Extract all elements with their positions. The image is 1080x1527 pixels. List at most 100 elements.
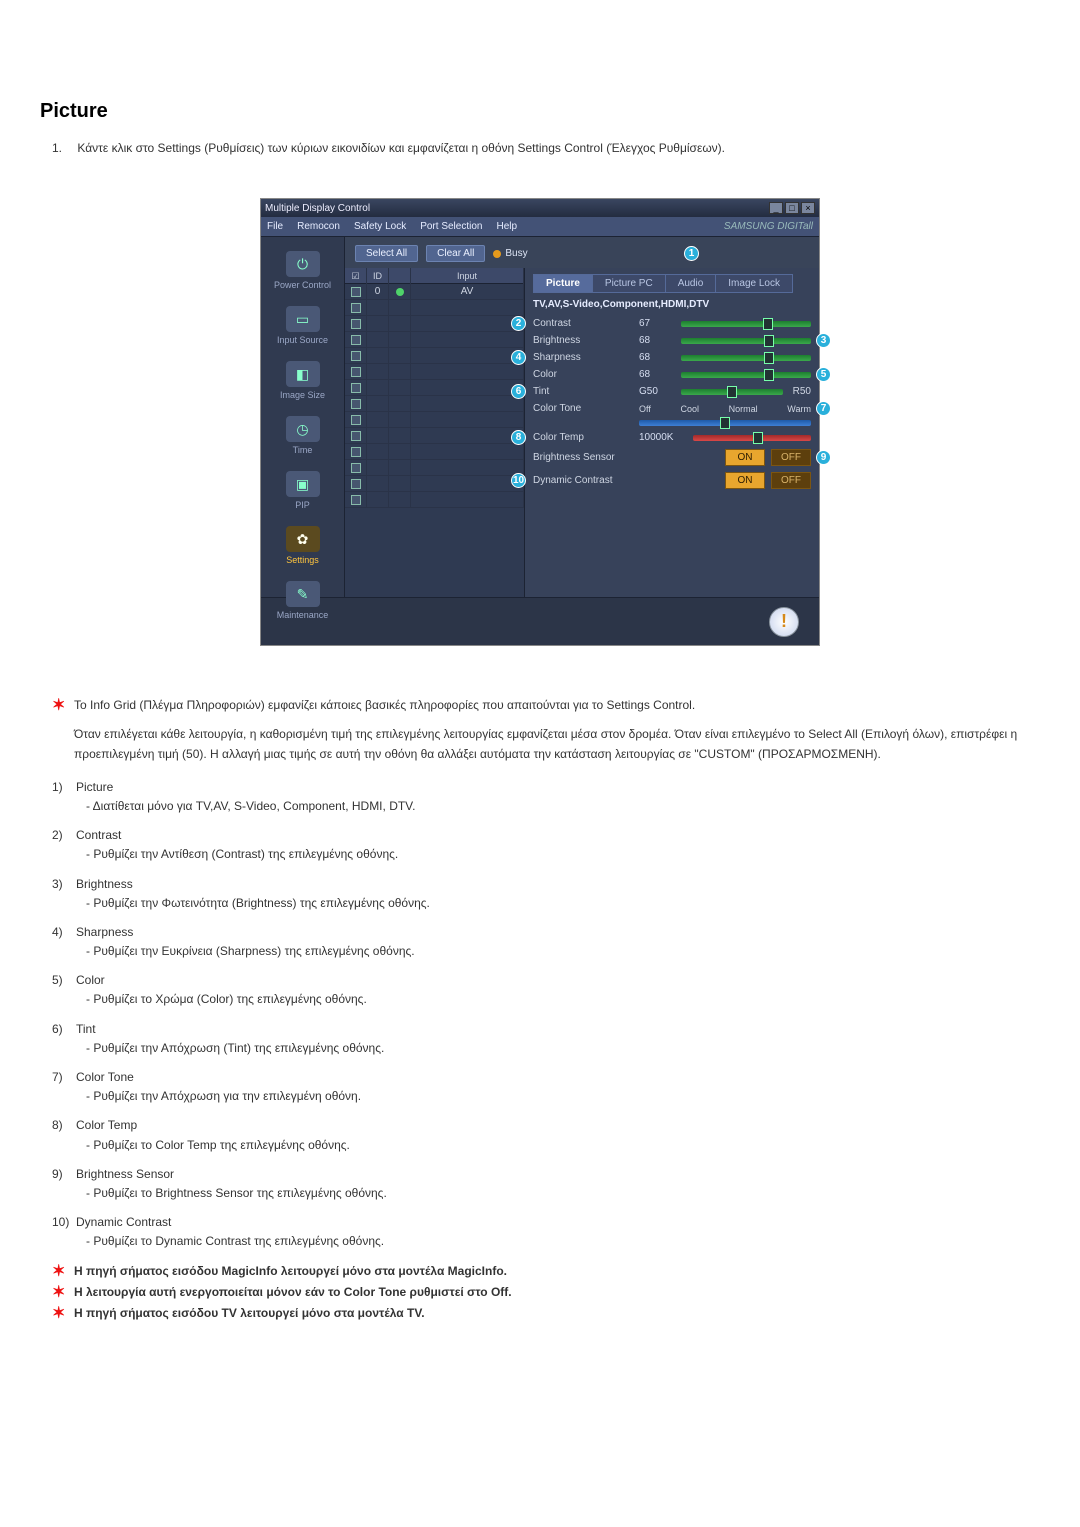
sidebar-item-maintenance[interactable]: ✎ Maintenance bbox=[261, 575, 344, 630]
table-row[interactable] bbox=[345, 332, 524, 348]
sidebar-item-imagesize[interactable]: ◧ Image Size bbox=[261, 355, 344, 410]
checkbox-icon[interactable] bbox=[351, 383, 361, 393]
sidebar-item-time[interactable]: ◷ Time bbox=[261, 410, 344, 465]
table-row[interactable]: 0 AV bbox=[345, 284, 524, 300]
dyncontrast-off-button[interactable]: OFF bbox=[771, 472, 811, 489]
grid-header-input: Input bbox=[411, 268, 524, 284]
colortemp-value: 10000K bbox=[639, 432, 687, 443]
table-row[interactable] bbox=[345, 444, 524, 460]
checkbox-icon[interactable] bbox=[351, 287, 361, 297]
footer: ! bbox=[261, 597, 819, 645]
table-row[interactable] bbox=[345, 396, 524, 412]
sidebar-item-input[interactable]: ▭ Input Source bbox=[261, 300, 344, 355]
table-row[interactable] bbox=[345, 364, 524, 380]
maximize-icon[interactable]: □ bbox=[785, 202, 799, 214]
star-note-2: Η λειτουργία αυτή ενεργοποιείται μόνον ε… bbox=[74, 1283, 1040, 1302]
checkbox-icon[interactable] bbox=[351, 351, 361, 361]
intro-block: 1. Κάντε κλικ στο Settings (Ρυθμίσεις) τ… bbox=[52, 139, 1040, 158]
table-row[interactable] bbox=[345, 428, 524, 444]
item-title: Color Temp bbox=[76, 1118, 137, 1132]
item-index: 10) bbox=[52, 1213, 76, 1232]
grid-header-status bbox=[389, 268, 411, 284]
brightness-slider[interactable] bbox=[681, 338, 811, 344]
checkbox-icon[interactable] bbox=[351, 399, 361, 409]
list-item: 7)Color Tone- Ρυθμίζει την Απόχρωση για … bbox=[52, 1068, 1040, 1106]
menu-item[interactable]: Port Selection bbox=[420, 221, 482, 232]
checkbox-icon[interactable] bbox=[351, 367, 361, 377]
brsensor-off-button[interactable]: OFF bbox=[771, 449, 811, 466]
tint-value-r: R50 bbox=[793, 386, 811, 397]
contrast-row: 2 Contrast 67 bbox=[533, 318, 811, 329]
table-row[interactable] bbox=[345, 316, 524, 332]
item-index: 1) bbox=[52, 778, 76, 797]
checkbox-icon[interactable] bbox=[351, 303, 361, 313]
sharpness-label: Sharpness bbox=[533, 352, 633, 363]
menu-item[interactable]: Remocon bbox=[297, 221, 340, 232]
brightness-label: Brightness bbox=[533, 335, 633, 346]
busy-label: Busy bbox=[505, 248, 527, 259]
colortone-slider[interactable] bbox=[639, 420, 811, 426]
star-note-3: Η πηγή σήματος εισόδου TV λειτουργεί μόν… bbox=[74, 1304, 1040, 1323]
sidebar-item-power[interactable]: ⏻ Power Control bbox=[261, 245, 344, 300]
window-title: Multiple Display Control bbox=[265, 203, 370, 214]
brsensor-label: Brightness Sensor bbox=[533, 452, 633, 463]
checkbox-icon[interactable] bbox=[351, 335, 361, 345]
checkbox-icon[interactable] bbox=[351, 431, 361, 441]
checkbox-icon[interactable] bbox=[351, 479, 361, 489]
callout-5: 5 bbox=[816, 367, 831, 382]
colortemp-slider[interactable] bbox=[693, 435, 811, 441]
clear-all-button[interactable]: Clear All bbox=[426, 245, 485, 262]
tint-slider[interactable] bbox=[681, 389, 783, 395]
brand-label: SAMSUNG DIGITall bbox=[724, 221, 813, 232]
colortemp-row: 8 Color Temp 10000K bbox=[533, 432, 811, 443]
dyncontrast-on-button[interactable]: ON bbox=[725, 472, 765, 489]
tab-image-lock[interactable]: Image Lock bbox=[715, 274, 793, 293]
item-title: Brightness Sensor bbox=[76, 1167, 174, 1181]
item-sub: - Ρυθμίζει την Αντίθεση (Contrast) της ε… bbox=[86, 845, 1040, 864]
tab-audio[interactable]: Audio bbox=[665, 274, 717, 293]
checkbox-icon[interactable] bbox=[351, 463, 361, 473]
table-row[interactable] bbox=[345, 476, 524, 492]
table-row[interactable] bbox=[345, 460, 524, 476]
callout-7: 7 bbox=[816, 401, 831, 416]
sidebar-item-label: Time bbox=[263, 445, 342, 455]
checkbox-icon[interactable] bbox=[351, 495, 361, 505]
status-dot-icon bbox=[396, 288, 404, 296]
color-slider[interactable] bbox=[681, 372, 811, 378]
table-row[interactable] bbox=[345, 300, 524, 316]
minimize-icon[interactable]: _ bbox=[769, 202, 783, 214]
brsensor-on-button[interactable]: ON bbox=[725, 449, 765, 466]
menu-item[interactable]: File bbox=[267, 221, 283, 232]
colortone-row: Color Tone Off Cool Normal Warm 7 bbox=[533, 403, 811, 414]
menu-item[interactable]: Help bbox=[496, 221, 517, 232]
table-row[interactable] bbox=[345, 492, 524, 508]
sidebar-item-settings[interactable]: ✿ Settings bbox=[261, 520, 344, 575]
item-title: Color bbox=[76, 973, 105, 987]
contrast-slider[interactable] bbox=[681, 321, 811, 327]
item-sub: - Ρυθμίζει το Brightness Sensor της επιλ… bbox=[86, 1184, 1040, 1203]
checkbox-icon[interactable] bbox=[351, 319, 361, 329]
table-row[interactable] bbox=[345, 348, 524, 364]
sidebar-item-pip[interactable]: ▣ PIP bbox=[261, 465, 344, 520]
close-icon[interactable]: × bbox=[801, 202, 815, 214]
table-row[interactable] bbox=[345, 412, 524, 428]
list-item: 8)Color Temp- Ρυθμίζει το Color Temp της… bbox=[52, 1116, 1040, 1154]
cell-input: AV bbox=[411, 284, 524, 299]
checkbox-icon[interactable] bbox=[351, 415, 361, 425]
item-title: Contrast bbox=[76, 828, 121, 842]
settings-icon: ✿ bbox=[286, 526, 320, 552]
list-item: 4)Sharpness- Ρυθμίζει την Ευκρίνεια (Sha… bbox=[52, 923, 1040, 961]
tab-picture[interactable]: Picture bbox=[533, 274, 593, 293]
item-index: 9) bbox=[52, 1165, 76, 1184]
colortemp-label: Color Temp bbox=[533, 432, 633, 443]
checkbox-icon[interactable] bbox=[351, 447, 361, 457]
app-window: Multiple Display Control _ □ × File Remo… bbox=[260, 198, 820, 646]
menu-item[interactable]: Safety Lock bbox=[354, 221, 406, 232]
select-all-button[interactable]: Select All bbox=[355, 245, 418, 262]
sidebar-item-label: Input Source bbox=[263, 335, 342, 345]
brsensor-row: Brightness Sensor ON OFF 9 bbox=[533, 449, 811, 466]
sharpness-slider[interactable] bbox=[681, 355, 811, 361]
item-index: 8) bbox=[52, 1116, 76, 1135]
table-row[interactable] bbox=[345, 380, 524, 396]
tab-picture-pc[interactable]: Picture PC bbox=[592, 274, 666, 293]
